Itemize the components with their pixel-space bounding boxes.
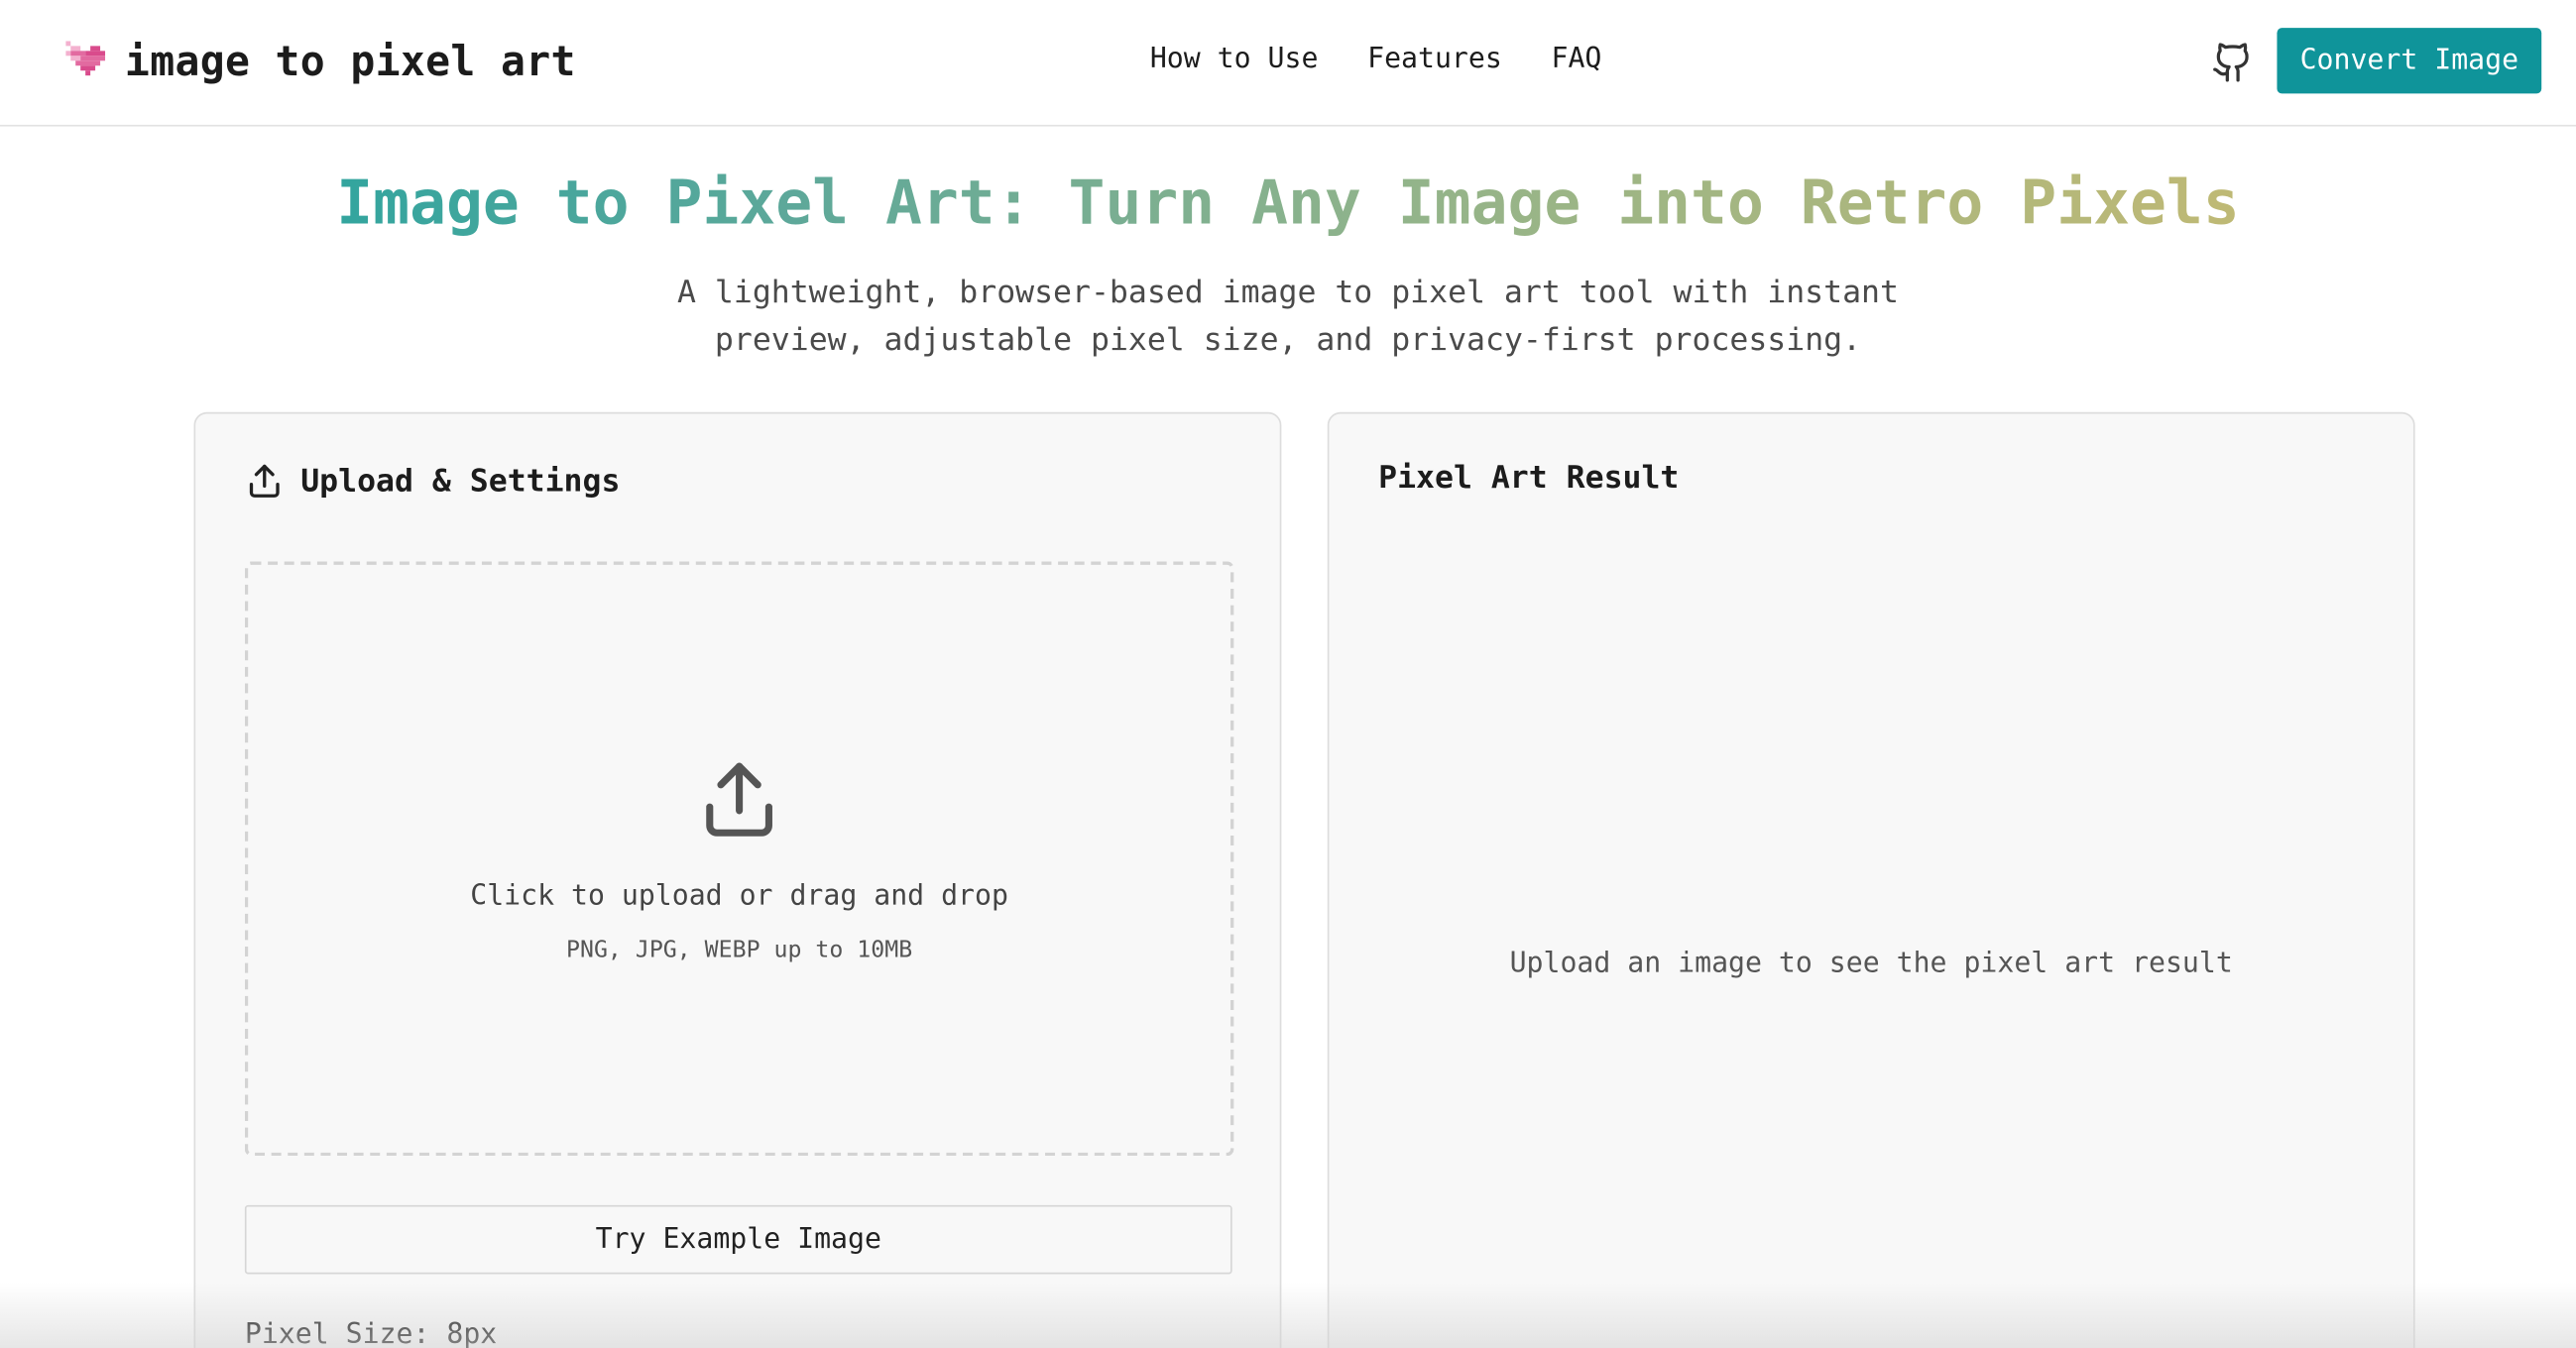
panel-title: Upload & Settings <box>300 463 621 500</box>
upload-icon <box>706 762 772 837</box>
title-word: Art: <box>884 167 1032 239</box>
top-header: image to pixel art How to Use Features F… <box>0 0 2576 127</box>
upload-settings-panel: Upload & Settings Click to upload or dra… <box>193 411 1282 1348</box>
title-word: Image <box>1397 167 1581 239</box>
brand-logo-link[interactable]: image to pixel art <box>65 33 576 88</box>
try-example-image-button[interactable]: Try Example Image <box>244 1204 1232 1275</box>
pixel-size-label: Pixel Size: 8px <box>244 1318 498 1348</box>
title-word: Image <box>336 167 520 239</box>
title-word: Any <box>1251 167 1361 239</box>
subtitle-line: A lightweight, browser-based image to pi… <box>677 274 1899 311</box>
convert-image-button[interactable]: Convert Image <box>2277 28 2542 94</box>
nav-how-to-use[interactable]: How to Use <box>1150 43 1319 75</box>
title-word: into <box>1617 167 1764 239</box>
pixel-art-result-panel: Pixel Art Result Upload an image to see … <box>1327 411 2415 1348</box>
pixel-heart-icon <box>65 41 106 76</box>
panel-header: Pixel Art Result <box>1378 460 1679 496</box>
title-word: Retro <box>1800 167 1984 239</box>
title-word: Pixels <box>2020 167 2240 239</box>
panel-title: Pixel Art Result <box>1378 459 1680 497</box>
dropzone-file-types: PNG, JPG, WEBP up to 10MB <box>566 937 913 964</box>
panel-header: Upload & Settings <box>245 461 621 501</box>
github-icon <box>2213 43 2249 82</box>
upload-icon <box>249 464 280 498</box>
title-word: Turn <box>1068 167 1216 239</box>
result-empty-state: Upload an image to see the pixel art res… <box>1509 947 2233 980</box>
title-word: to <box>555 167 630 239</box>
nav-features[interactable]: Features <box>1367 43 1502 75</box>
main-nav: How to Use Features FAQ <box>1150 43 1602 75</box>
page-subtitle: A lightweight, browser-based image to pi… <box>631 270 1945 365</box>
upload-dropzone[interactable]: Click to upload or drag and drop PNG, JP… <box>244 561 1234 1157</box>
brand-name: image to pixel art <box>124 37 576 85</box>
page-title: Image to Pixel Art: Turn Any Image into … <box>0 168 2576 238</box>
github-link[interactable] <box>2211 41 2254 83</box>
app-page: image to pixel art How to Use Features F… <box>0 0 2576 1348</box>
title-word: Pixel <box>665 167 850 239</box>
nav-faq[interactable]: FAQ <box>1552 43 1602 75</box>
dropzone-instructions: Click to upload or drag and drop <box>470 879 1008 914</box>
subtitle-line: preview, adjustable pixel size, and priv… <box>714 321 1862 359</box>
